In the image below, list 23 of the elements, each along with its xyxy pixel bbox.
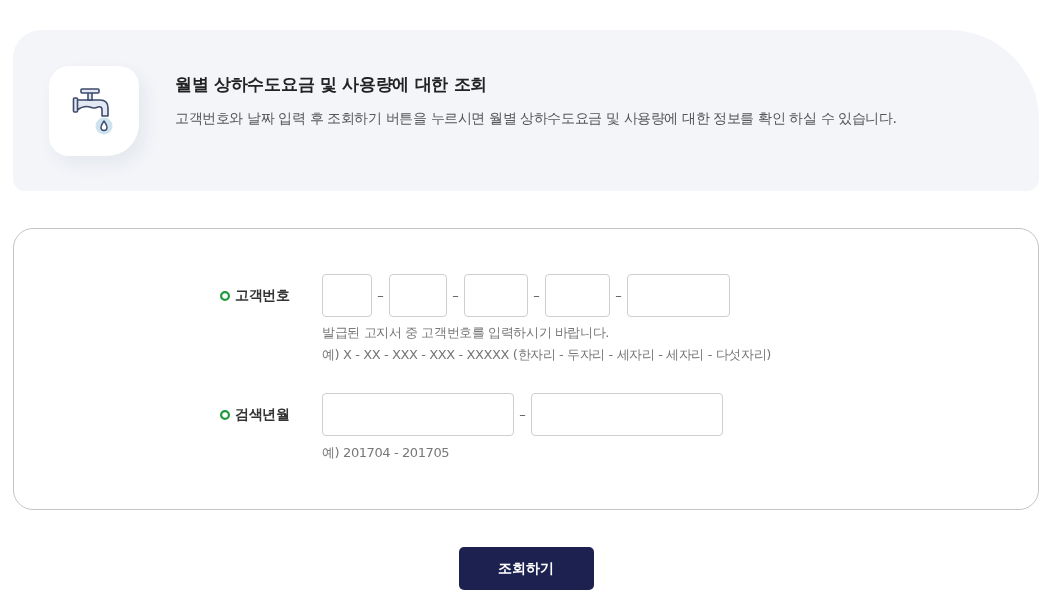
ring-bullet-icon xyxy=(220,409,230,420)
field-label: 고객번호 xyxy=(235,286,290,305)
input-field[interactable] xyxy=(322,393,514,436)
input-field[interactable] xyxy=(627,274,730,317)
page-title: 월별 상하수도요금 및 사용량에 대한 조회 xyxy=(175,74,488,94)
input-field[interactable] xyxy=(545,274,610,317)
range-separator: – xyxy=(614,288,623,303)
ring-bullet-icon xyxy=(220,290,230,301)
search-button[interactable]: 조회하기 xyxy=(458,547,594,590)
field-label: 검색년월 xyxy=(235,405,290,424)
range-separator: – xyxy=(518,407,527,422)
description-text: 고객번호와 날짜 입력 후 조회하기 버튼을 누르시면 월별 상하수도요금 및 사용량에 대한 정보를 확인 하실 수 있습니다. xyxy=(175,109,897,128)
range-separator: – xyxy=(532,288,541,303)
faucet-icon xyxy=(49,66,139,156)
hint-text: 발급된 고지서 중 고객번호를 입력하시기 바랍니다. xyxy=(322,324,609,342)
input-field[interactable] xyxy=(389,274,447,317)
input-field[interactable] xyxy=(322,274,372,317)
hint-text: 예) X - XX - XXX - XXX - XXXXX (한자리 - 두자리 - 세자리 - 세자리 - 다섯자리) xyxy=(322,346,771,364)
range-separator: – xyxy=(451,288,460,303)
input-field[interactable] xyxy=(464,274,528,317)
range-separator: – xyxy=(376,288,385,303)
input-field[interactable] xyxy=(531,393,723,436)
hint-text: 예) 201704 - 201705 xyxy=(322,444,450,462)
